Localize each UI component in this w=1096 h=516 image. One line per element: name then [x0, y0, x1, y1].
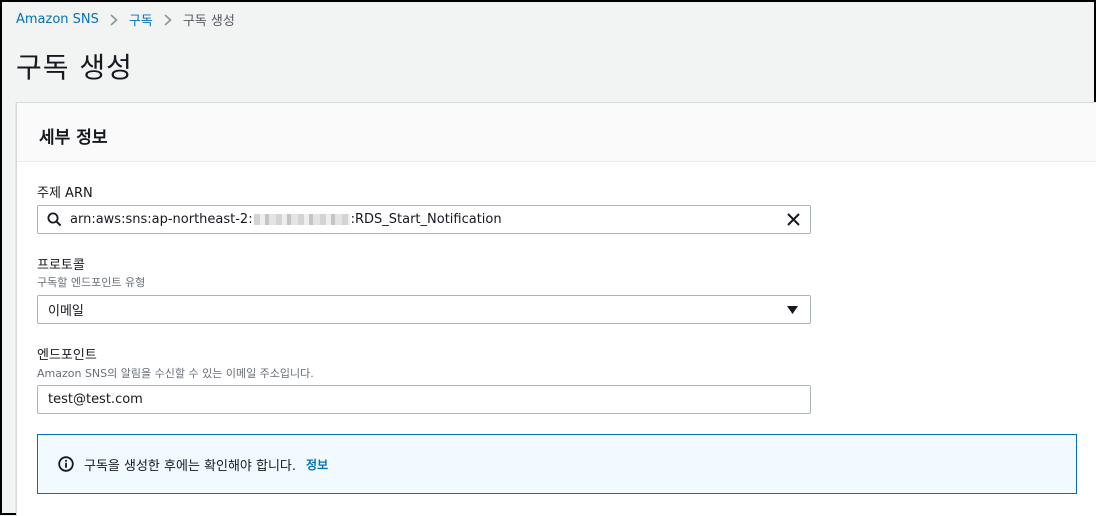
endpoint-label: 엔드포인트	[37, 348, 97, 363]
topic-arn-value: arn:aws:sns:ap-northeast-2: :RDS_Start_N…	[70, 212, 502, 227]
chevron-right-icon	[110, 13, 118, 26]
protocol-label: 프로토콜	[37, 258, 85, 273]
breadcrumb-subscriptions[interactable]: 구독	[129, 10, 153, 29]
alert-text: 구독을 생성한 후에는 확인해야 합니다.	[84, 458, 297, 474]
protocol-selected-value: 이메일	[48, 304, 84, 319]
panel-header	[17, 103, 1096, 162]
breadcrumb-amazon-sns[interactable]: Amazon SNS	[16, 12, 99, 27]
details-panel: 세부 정보 주제 ARN arn:aws:sns:ap-northeast-2:…	[16, 102, 1096, 516]
protocol-description: 구독할 엔드포인트 유형	[37, 276, 146, 289]
topic-arn-label: 주제 ARN	[37, 186, 93, 201]
chevron-right-icon	[164, 13, 172, 26]
topic-arn-input[interactable]: arn:aws:sns:ap-northeast-2: :RDS_Start_N…	[37, 205, 811, 234]
breadcrumb-current: 구독 생성	[182, 14, 235, 29]
info-icon	[58, 456, 74, 472]
page-title: 구독 생성	[16, 51, 133, 84]
endpoint-description: Amazon SNS의 알림을 수신할 수 있는 이메일 주소입니다.	[37, 367, 314, 380]
redacted-account-id	[253, 214, 350, 225]
endpoint-input[interactable]: test@test.com	[37, 385, 811, 414]
protocol-select[interactable]: 이메일	[37, 295, 811, 324]
close-icon[interactable]	[786, 212, 801, 227]
topic-arn-suffix: :RDS_Start_Notification	[350, 212, 502, 227]
breadcrumb: Amazon SNS 구독 구독 생성	[16, 10, 235, 29]
panel-title: 세부 정보	[39, 128, 108, 148]
search-icon	[47, 212, 62, 227]
info-link[interactable]: 정보	[306, 456, 328, 473]
endpoint-value: test@test.com	[48, 392, 143, 407]
caret-down-icon	[787, 306, 798, 314]
topic-arn-prefix: arn:aws:sns:ap-northeast-2:	[70, 212, 253, 227]
info-alert: 구독을 생성한 후에는 확인해야 합니다. 정보	[37, 434, 1077, 494]
